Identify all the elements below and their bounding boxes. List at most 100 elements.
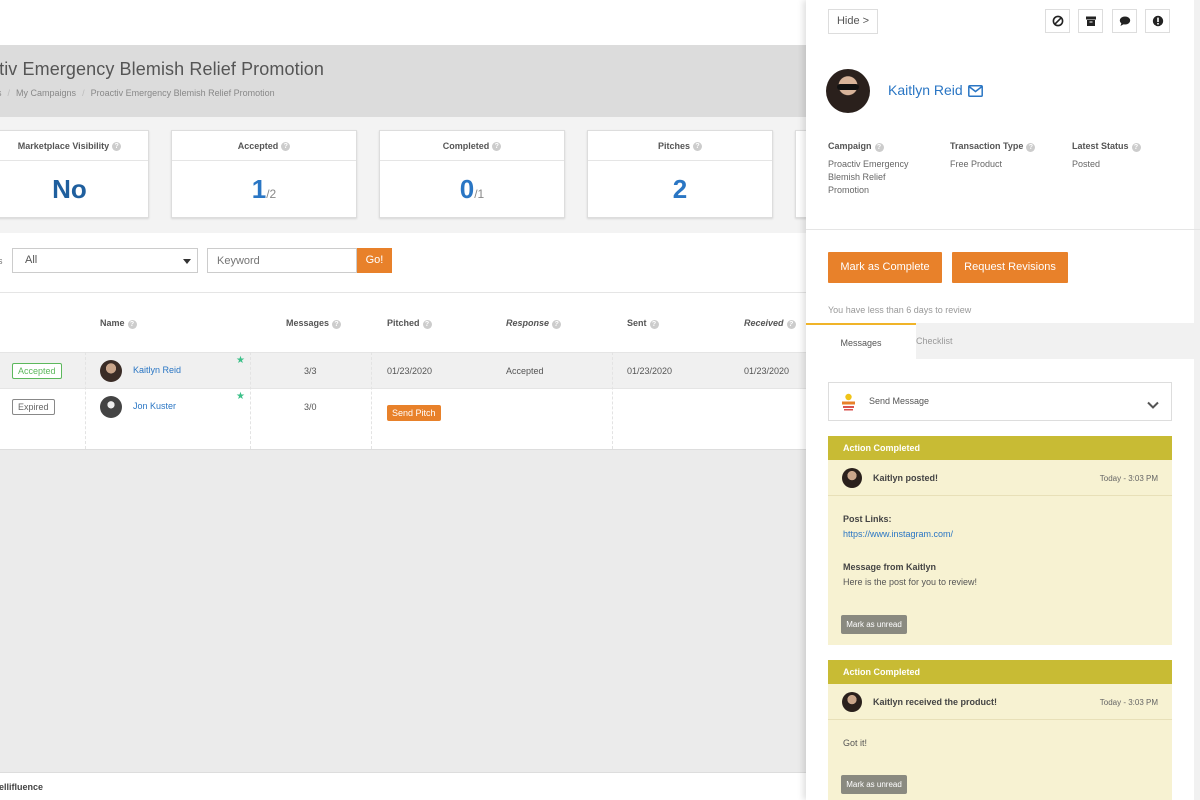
stat-value: 0: [459, 174, 475, 204]
message-from-label: Message from Kaitlyn: [843, 562, 937, 572]
top-bar: [0, 0, 806, 45]
table-row[interactable]: Accepted Kaitlyn Reid ★ 3/3 01/23/2020 A…: [0, 352, 806, 389]
help-icon[interactable]: ?: [1026, 143, 1036, 152]
help-icon[interactable]: ?: [492, 142, 502, 151]
page-title: ctiv Emergency Blemish Relief Promotion: [0, 59, 325, 79]
breadcrumb: ns/My Campaigns/Proactiv Emergency Blemi…: [0, 88, 275, 98]
influencer-name-link[interactable]: Jon Kuster: [133, 401, 176, 411]
help-icon[interactable]: ?: [1131, 143, 1141, 152]
help-icon[interactable]: ?: [127, 320, 137, 329]
help-icon[interactable]: ?: [332, 320, 342, 329]
column-header-received[interactable]: Received?: [744, 318, 796, 329]
tab-messages[interactable]: Messages: [806, 323, 916, 359]
mail-icon[interactable]: [968, 84, 983, 102]
influencer-table: Name? Messages? Pitched? Response? Sent?…: [0, 293, 806, 450]
messages-count: 3/3: [304, 366, 317, 376]
breadcrumb-item[interactable]: ns: [0, 88, 2, 98]
chat-icon[interactable]: [1112, 9, 1137, 33]
influencer-avatar: [826, 69, 870, 113]
avatar: [842, 468, 862, 488]
alert-icon[interactable]: [1145, 9, 1170, 33]
mark-as-complete-button[interactable]: Mark as Complete: [828, 252, 942, 283]
sent-date: 01/23/2020: [627, 366, 673, 376]
page-header: ctiv Emergency Blemish Relief Promotion …: [0, 45, 806, 117]
block-icon[interactable]: [1045, 9, 1070, 33]
stat-label: Pitches: [657, 141, 690, 151]
stat-card-marketplace-visibility: Marketplace Visibility? No: [0, 130, 149, 218]
caret-down-icon: [183, 259, 191, 264]
filter-label: s: [0, 256, 3, 266]
status-filter-value: All: [25, 254, 38, 266]
message-title: Kaitlyn received the product!: [873, 697, 998, 707]
stat-value: No: [52, 174, 87, 204]
stat-denominator: /2: [266, 187, 277, 201]
stat-label: Marketplace Visibility: [17, 141, 110, 151]
help-icon[interactable]: ?: [649, 320, 659, 329]
help-icon[interactable]: ?: [281, 142, 291, 151]
avatar[interactable]: [100, 360, 122, 382]
message-card-header: Action Completed: [828, 436, 1172, 460]
column-header-sent[interactable]: Sent?: [627, 318, 659, 329]
panel-scrollbar[interactable]: [1194, 0, 1200, 800]
status-badge: Expired: [12, 399, 55, 415]
send-message-label: Send Message: [869, 396, 930, 406]
star-icon[interactable]: ★: [236, 355, 245, 366]
status-badge: Accepted: [12, 363, 62, 379]
message-card: Action Completed Kaitlyn posted! Today -…: [828, 436, 1172, 645]
keyword-input[interactable]: [207, 248, 357, 273]
panel-tabs: Messages Checklist: [806, 323, 1194, 359]
column-header-pitched[interactable]: Pitched?: [387, 318, 432, 329]
stat-label: Accepted: [237, 141, 279, 151]
help-icon[interactable]: ?: [422, 320, 432, 329]
archive-icon[interactable]: [1078, 9, 1103, 33]
request-revisions-button[interactable]: Request Revisions: [952, 252, 1068, 283]
help-icon[interactable]: ?: [874, 143, 884, 152]
pitched-date: 01/23/2020: [387, 366, 433, 376]
transaction-type-label: Transaction Type?: [950, 141, 1036, 152]
review-deadline-note: You have less than 6 days to review: [828, 305, 972, 315]
footer-brand: tellifluence: [0, 782, 44, 792]
chevron-down-icon[interactable]: [1147, 396, 1159, 414]
mark-as-unread-button[interactable]: Mark as unread: [841, 775, 907, 794]
mark-as-unread-button[interactable]: Mark as unread: [841, 615, 907, 634]
stat-card-completed: Completed? 0/1: [379, 130, 565, 218]
stat-denominator: /1: [474, 187, 485, 201]
status-filter-select[interactable]: All: [12, 248, 198, 273]
influencer-name[interactable]: Kaitlyn Reid: [888, 82, 963, 98]
help-icon[interactable]: ?: [112, 142, 122, 151]
send-pitch-button[interactable]: Send Pitch: [387, 405, 441, 421]
send-message-toggle[interactable]: Send Message: [828, 382, 1172, 421]
stat-card-accepted: Accepted? 1/2: [171, 130, 357, 218]
avatar[interactable]: [100, 396, 122, 418]
latest-status-value: Posted: [1072, 159, 1101, 169]
influencer-name-link[interactable]: Kaitlyn Reid: [133, 365, 181, 375]
influencer-detail-panel: Hide > Kaitlyn Reid Campaign? Proactiv E…: [806, 0, 1200, 800]
hide-panel-button[interactable]: Hide >: [828, 9, 878, 34]
messages-count: 3/0: [304, 402, 317, 412]
campaign-label: Campaign?: [828, 141, 884, 152]
filter-bar: s All Go!: [0, 233, 806, 293]
stat-value: 1: [251, 174, 267, 204]
post-links-label: Post Links:: [843, 514, 892, 524]
received-date: 01/23/2020: [744, 366, 790, 376]
footer: tellifluence: [0, 772, 806, 800]
post-link[interactable]: https://www.instagram.com/: [843, 529, 953, 539]
help-icon[interactable]: ?: [786, 320, 796, 329]
go-button[interactable]: Go!: [357, 248, 392, 273]
transaction-type-value: Free Product: [950, 159, 1003, 169]
stat-card-partial: [795, 130, 806, 218]
table-row[interactable]: Expired Jon Kuster ★ 3/0 Send Pitch: [0, 389, 806, 449]
message-timestamp: Today - 3:03 PM: [1099, 474, 1158, 483]
column-header-name[interactable]: Name?: [100, 318, 137, 329]
latest-status-label: Latest Status?: [1072, 141, 1141, 152]
column-header-response[interactable]: Response?: [506, 318, 562, 329]
stat-value: 2: [672, 174, 688, 204]
column-header-messages[interactable]: Messages?: [286, 318, 342, 329]
star-icon[interactable]: ★: [236, 391, 245, 402]
help-icon[interactable]: ?: [552, 320, 562, 329]
help-icon[interactable]: ?: [693, 142, 702, 151]
tab-checklist[interactable]: Checklist: [916, 323, 1148, 359]
stat-card-pitches: Pitches? 2: [587, 130, 773, 218]
stat-label: Completed: [442, 141, 490, 151]
breadcrumb-item[interactable]: My Campaigns: [16, 88, 76, 98]
